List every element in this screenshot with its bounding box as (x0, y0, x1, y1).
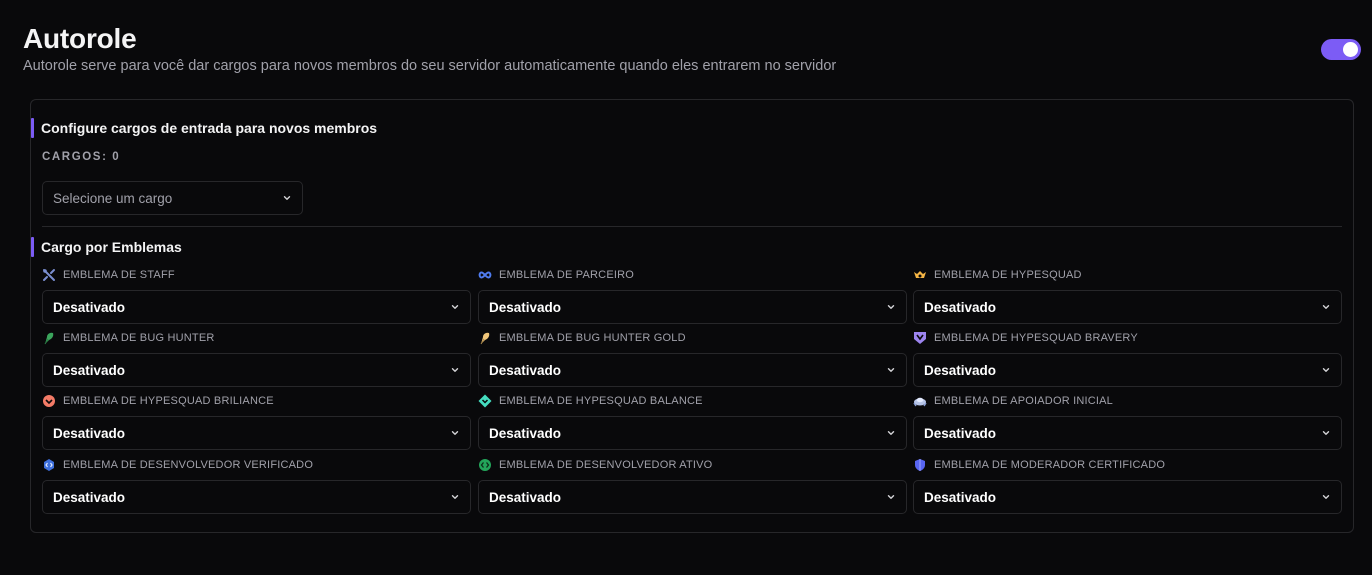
badge-label-text: EMBLEMA DE DESENVOLVEDOR ATIVO (499, 459, 713, 471)
active-developer-icon (478, 458, 492, 472)
chevron-down-icon (1322, 305, 1330, 309)
badge-role-select[interactable]: Desativado (42, 416, 471, 450)
badge-label-text: EMBLEMA DE STAFF (63, 269, 175, 281)
badge-label: EMBLEMA DE BUG HUNTER GOLD (478, 331, 686, 345)
badges-section-title: Cargo por Emblemas (31, 237, 182, 257)
badge-role-select[interactable]: Desativado (913, 416, 1342, 450)
badge-role-select-value: Desativado (53, 489, 126, 505)
badge-label: EMBLEMA DE HYPESQUAD BRILIANCE (42, 394, 274, 408)
chevron-down-icon (1322, 368, 1330, 372)
badge-role-select-value: Desativado (53, 362, 126, 378)
chevron-down-icon (451, 368, 459, 372)
badge-label-text: EMBLEMA DE PARCEIRO (499, 269, 635, 281)
badge-label-text: EMBLEMA DE HYPESQUAD BRILIANCE (63, 395, 274, 407)
badge-label: EMBLEMA DE DESENVOLVEDOR VERIFICADO (42, 458, 313, 472)
role-select-placeholder: Selecione um cargo (53, 190, 173, 206)
autorole-enabled-toggle[interactable] (1321, 39, 1361, 60)
badge-label: EMBLEMA DE HYPESQUAD BALANCE (478, 394, 703, 408)
verified-developer-icon (42, 458, 56, 472)
chevron-down-icon (451, 431, 459, 435)
hypesquad-brilliance-icon (42, 394, 56, 408)
badge-label-text: EMBLEMA DE HYPESQUAD BRAVERY (934, 332, 1138, 344)
chevron-down-icon (887, 431, 895, 435)
page-subtitle: Autorole serve para você dar cargos para… (23, 58, 837, 74)
badge-role-select[interactable]: Desativado (478, 353, 907, 387)
badge-role-select-value: Desativado (924, 362, 997, 378)
badge-role-select-value: Desativado (489, 425, 562, 441)
badge-role-select-value: Desativado (53, 425, 126, 441)
chevron-down-icon (283, 196, 291, 200)
badge-label: EMBLEMA DE BUG HUNTER (42, 331, 215, 345)
hypesquad-icon (913, 268, 927, 282)
badge-label: EMBLEMA DE PARCEIRO (478, 268, 634, 282)
badge-role-select-value: Desativado (489, 362, 562, 378)
autorole-settings-card: Configure cargos de entrada para novos m… (30, 99, 1354, 533)
badge-label-text: EMBLEMA DE APOIADOR INICIAL (934, 395, 1114, 407)
hypesquad-bravery-icon (913, 331, 927, 345)
badge-label: EMBLEMA DE MODERADOR CERTIFICADO (913, 458, 1165, 472)
early-supporter-icon (913, 394, 927, 408)
hypesquad-balance-icon (478, 394, 492, 408)
badge-role-select-value: Desativado (53, 299, 126, 315)
badge-role-select[interactable]: Desativado (478, 416, 907, 450)
badge-label-text: EMBLEMA DE HYPESQUAD BALANCE (499, 395, 703, 407)
page-title: Autorole (23, 23, 137, 54)
staff-icon (42, 268, 56, 282)
page-header: Autorole Autorole serve para você dar ca… (23, 22, 836, 74)
badge-role-select[interactable]: Desativado (42, 290, 471, 324)
badge-label: EMBLEMA DE APOIADOR INICIAL (913, 394, 1113, 408)
badge-label: EMBLEMA DE HYPESQUAD BRAVERY (913, 331, 1138, 345)
partner-icon (478, 268, 492, 282)
badge-role-select[interactable]: Desativado (913, 480, 1342, 514)
role-select[interactable]: Selecione um cargo (42, 181, 303, 215)
badge-label-text: EMBLEMA DE DESENVOLVEDOR VERIFICADO (63, 459, 314, 471)
chevron-down-icon (887, 305, 895, 309)
badge-role-select-value: Desativado (924, 489, 997, 505)
badge-label-text: EMBLEMA DE MODERADOR CERTIFICADO (934, 459, 1166, 471)
chevron-down-icon (451, 495, 459, 499)
badge-role-select[interactable]: Desativado (478, 290, 907, 324)
chevron-down-icon (451, 305, 459, 309)
entry-roles-section-title: Configure cargos de entrada para novos m… (31, 118, 377, 138)
badge-role-select[interactable]: Desativado (42, 480, 471, 514)
badge-role-select[interactable]: Desativado (478, 480, 907, 514)
certified-moderator-icon (913, 458, 927, 472)
toggle-knob (1343, 42, 1358, 57)
chevron-down-icon (1322, 431, 1330, 435)
badge-role-select-value: Desativado (924, 299, 997, 315)
chevron-down-icon (1322, 495, 1330, 499)
badge-label: EMBLEMA DE HYPESQUAD (913, 268, 1082, 282)
bug-hunter-gold-icon (478, 331, 492, 345)
badge-label-text: EMBLEMA DE BUG HUNTER (63, 332, 215, 344)
section-divider (42, 226, 1342, 227)
badge-role-select[interactable]: Desativado (42, 353, 471, 387)
chevron-down-icon (887, 368, 895, 372)
badge-role-select-value: Desativado (924, 425, 997, 441)
badge-label-text: EMBLEMA DE HYPESQUAD (934, 269, 1082, 281)
badge-role-select-value: Desativado (489, 299, 562, 315)
badge-role-select[interactable]: Desativado (913, 353, 1342, 387)
badge-label: EMBLEMA DE STAFF (42, 268, 175, 282)
badge-role-select[interactable]: Desativado (913, 290, 1342, 324)
badge-label: EMBLEMA DE DESENVOLVEDOR ATIVO (478, 458, 712, 472)
roles-count: CARGOS: 0 (42, 151, 121, 163)
chevron-down-icon (887, 495, 895, 499)
badge-role-select-value: Desativado (489, 489, 562, 505)
bug-hunter-icon (42, 331, 56, 345)
badge-label-text: EMBLEMA DE BUG HUNTER GOLD (499, 332, 686, 344)
